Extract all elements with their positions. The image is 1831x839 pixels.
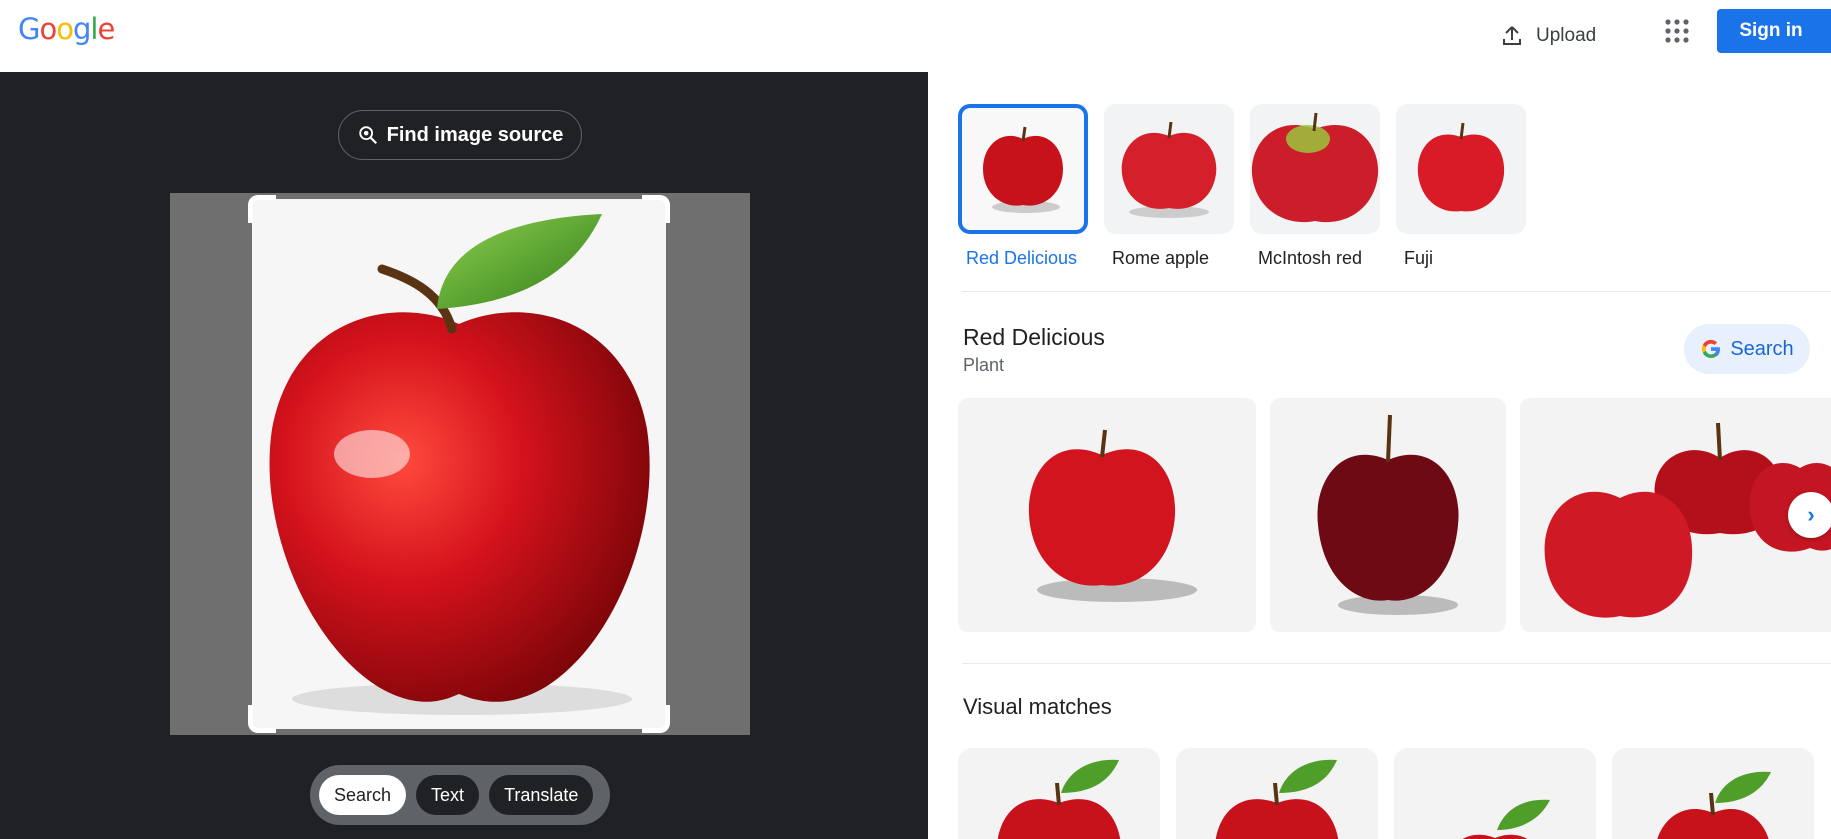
upload-button[interactable]: Upload xyxy=(1500,18,1596,54)
mode-switcher: Search Text Translate xyxy=(310,765,610,825)
apple-image xyxy=(269,214,650,715)
entity-search-button[interactable]: Search xyxy=(1684,324,1810,374)
entity-title: Red Delicious xyxy=(963,324,1105,350)
upload-label: Upload xyxy=(1536,25,1597,46)
crop-handle-bottom-left[interactable] xyxy=(248,705,276,733)
visual-matches-row xyxy=(958,748,1814,839)
apps-grid-icon[interactable] xyxy=(1662,16,1692,46)
logo-letter: l xyxy=(90,12,98,46)
mode-translate[interactable]: Translate xyxy=(489,775,594,815)
logo-letter: G xyxy=(18,12,41,46)
top-header: Google Upload Sign in xyxy=(0,0,1831,72)
mode-search[interactable]: Search xyxy=(319,775,407,815)
entity-search-label: Search xyxy=(1730,337,1794,360)
visual-match-card[interactable] xyxy=(1612,748,1814,839)
chip-label: McIntosh red xyxy=(1258,248,1363,268)
divider xyxy=(962,291,1831,292)
mode-text[interactable]: Text xyxy=(416,775,480,815)
query-image-area[interactable] xyxy=(170,193,750,735)
gallery-image[interactable] xyxy=(958,398,1256,632)
chip-thumbnail xyxy=(1250,104,1380,234)
find-image-source-label: Find image source xyxy=(386,123,564,146)
entity-image-gallery xyxy=(958,398,1831,632)
logo-letter: o xyxy=(39,12,57,46)
chip-thumbnail xyxy=(1104,104,1234,234)
lens-search-icon xyxy=(358,126,377,145)
crop-handle-bottom-right[interactable] xyxy=(642,705,670,733)
chip-mcintosh-red[interactable]: McIntosh red xyxy=(1250,104,1380,269)
logo-letter: e xyxy=(97,12,115,46)
google-g-icon xyxy=(1702,339,1721,359)
refinement-chips: Red Delicious Rome apple McIntosh red Fu… xyxy=(958,104,1526,269)
sign-in-button[interactable]: Sign in xyxy=(1717,9,1831,53)
chevron-right-icon: › xyxy=(1807,502,1815,527)
image-panel: Find image source Search Text Translate xyxy=(0,72,928,839)
gallery-next-button[interactable]: › xyxy=(1788,492,1831,538)
gallery-image[interactable] xyxy=(1270,398,1506,632)
chip-thumbnail xyxy=(1396,104,1526,234)
results-panel: Red Delicious Rome apple McIntosh red Fu… xyxy=(928,72,1831,839)
gallery-image[interactable] xyxy=(1520,398,1831,632)
visual-matches-title: Visual matches xyxy=(963,694,1112,719)
chip-thumbnail xyxy=(958,104,1088,234)
logo-letter: o xyxy=(56,12,74,46)
upload-icon xyxy=(1503,26,1521,45)
chip-fuji[interactable]: Fuji xyxy=(1396,104,1526,269)
crop-handle-top-left[interactable] xyxy=(248,195,276,223)
chip-red-delicious[interactable]: Red Delicious xyxy=(958,104,1088,269)
visual-match-card[interactable] xyxy=(958,748,1160,839)
google-logo[interactable]: Google xyxy=(18,12,115,46)
logo-letter: g xyxy=(72,12,91,46)
find-image-source-button[interactable]: Find image source xyxy=(338,110,582,160)
visual-match-card[interactable] xyxy=(1394,748,1596,839)
query-image xyxy=(252,199,666,729)
visual-match-card[interactable] xyxy=(1176,748,1378,839)
chip-label: Fuji xyxy=(1404,248,1434,268)
chip-rome-apple[interactable]: Rome apple xyxy=(1104,104,1234,269)
entity-subtitle: Plant xyxy=(963,355,1005,375)
divider xyxy=(962,663,1831,664)
chip-label: Red Delicious xyxy=(966,248,1078,268)
crop-handle-top-right[interactable] xyxy=(642,195,670,223)
chip-label: Rome apple xyxy=(1112,248,1210,268)
